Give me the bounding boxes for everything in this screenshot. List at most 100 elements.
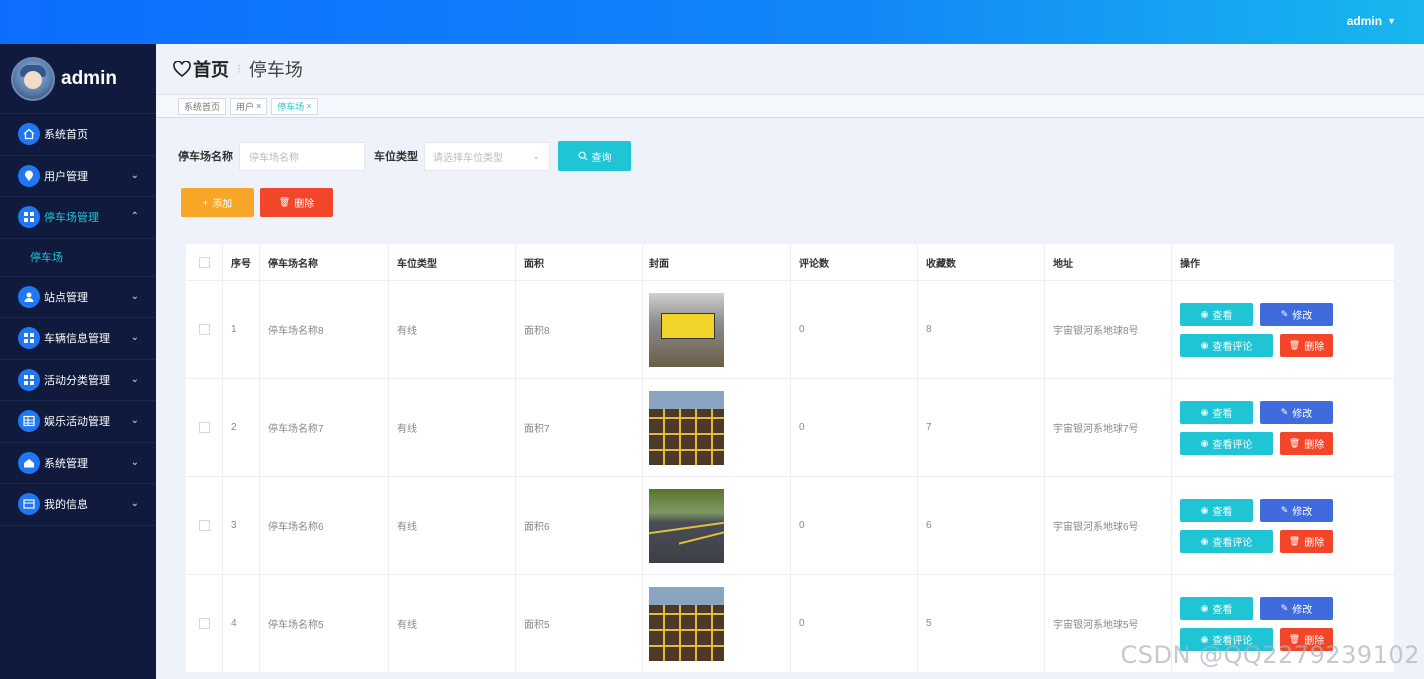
grid-icon [18, 368, 40, 391]
top-bar: admin ▼ [0, 0, 1424, 44]
card-icon [18, 493, 40, 516]
edit-icon: ✎ [1280, 504, 1289, 515]
sidebar-item-label: 系统首页 [44, 129, 88, 142]
row-type: 有线 [389, 477, 516, 574]
name-label: 停车场名称 [178, 151, 233, 163]
sidebar-item-label: 车辆信息管理 [44, 333, 110, 346]
breadcrumb-home[interactable]: 首页 [173, 56, 229, 82]
view-button[interactable]: ◉ 查看 [1180, 400, 1253, 424]
tab-parking[interactable]: 停车场 × [271, 97, 318, 115]
name-input[interactable]: 停车场名称 [239, 141, 365, 171]
location-pin-icon [18, 164, 40, 187]
table-row: 2 停车场名称7 有线 面积7 0 7 宇宙银河系地球7号 ◉ 查看 ✎ 修改 ◉ 查… [186, 379, 1394, 477]
tab-label: 停车场 [277, 101, 305, 112]
row-checkbox[interactable] [198, 618, 210, 629]
row-area: 面积6 [516, 477, 643, 574]
eye-icon: ◉ [1200, 308, 1209, 319]
row-checkbox[interactable] [198, 520, 210, 531]
edit-button[interactable]: ✎ 修改 [1260, 400, 1333, 424]
row-index: 2 [223, 379, 260, 476]
chevron-down-icon: ⌄ [130, 290, 139, 302]
tab-home[interactable]: 系统首页 [178, 97, 227, 115]
sidebar: admin 系统首页 用户管理 ⌄ 停车场管理 ⌃ 停车场 站点管理 ⌄ 车辆信… [0, 44, 156, 679]
search-bar: 停车场名称 停车场名称 车位类型 请选择车位类型 ⌄ 查询 [178, 141, 631, 171]
cover-image[interactable] [649, 292, 724, 367]
cover-image[interactable] [649, 390, 724, 465]
delete-button[interactable]: 🗑 删除 [1280, 431, 1333, 455]
chevron-down-icon: ⌄ [130, 498, 139, 509]
row-address: 宇宙银河系地球7号 [1045, 379, 1172, 476]
row-favorites: 6 [918, 477, 1045, 574]
query-button[interactable]: 查询 [558, 141, 631, 171]
sidebar-item-label: 活动分类管理 [44, 374, 110, 387]
table-icon [18, 410, 40, 433]
user-menu-label: admin [1346, 14, 1383, 28]
sidebar-item-activity-categories[interactable]: 活动分类管理 ⌄ [0, 360, 156, 401]
row-area: 面积8 [516, 281, 643, 378]
sidebar-item-users[interactable]: 用户管理 ⌄ [0, 156, 156, 197]
view-button[interactable]: ◉ 查看 [1180, 498, 1253, 522]
col-area: 面积 [516, 244, 643, 280]
row-name: 停车场名称6 [260, 477, 389, 574]
row-index: 4 [223, 575, 260, 672]
sidebar-item-parking[interactable]: 停车场管理 ⌃ [0, 197, 156, 239]
col-comments: 评论数 [791, 244, 918, 280]
row-type: 有线 [389, 575, 516, 672]
row-index: 1 [223, 281, 260, 378]
row-name: 停车场名称8 [260, 281, 389, 378]
user-menu[interactable]: admin ▼ [1347, 14, 1396, 28]
trash-icon: 🗑 [1288, 535, 1301, 546]
row-type: 有线 [389, 281, 516, 378]
sidebar-item-activities[interactable]: 娱乐活动管理 ⌄ [0, 401, 156, 443]
edit-icon: ✎ [1280, 602, 1289, 613]
sidebar-item-stations[interactable]: 站点管理 ⌄ [0, 277, 156, 318]
sidebar-item-label: 娱乐活动管理 [44, 416, 110, 429]
row-favorites: 7 [918, 379, 1045, 476]
delete-button[interactable]: 🗑 删除 [1280, 529, 1333, 553]
edit-button[interactable]: ✎ 修改 [1260, 498, 1333, 522]
row-checkbox[interactable] [198, 324, 210, 335]
eye-icon: ◉ [1200, 602, 1209, 613]
edit-button[interactable]: ✎ 修改 [1260, 302, 1333, 326]
close-icon[interactable]: × [306, 101, 311, 111]
view-button[interactable]: ◉ 查看 [1180, 302, 1253, 326]
sidebar-item-system[interactable]: 系统管理 ⌄ [0, 443, 156, 484]
batch-delete-label: 删除 [294, 199, 315, 210]
row-address: 宇宙银河系地球8号 [1045, 281, 1172, 378]
table-header: 序号 停车场名称 车位类型 面积 封面 评论数 收藏数 地址 操作 [186, 244, 1394, 281]
cover-image[interactable] [649, 488, 724, 563]
plus-icon: + [202, 197, 209, 208]
view-comments-button[interactable]: ◉ 查看评论 [1180, 333, 1273, 357]
select-all-checkbox[interactable] [198, 256, 210, 268]
sidebar-item-vehicles[interactable]: 车辆信息管理 ⌄ [0, 318, 156, 360]
close-icon[interactable]: × [256, 101, 261, 111]
sidebar-item-home[interactable]: 系统首页 [0, 114, 156, 156]
chevron-down-icon: ⌄ [130, 169, 139, 181]
row-comments: 0 [791, 379, 918, 476]
row-checkbox[interactable] [198, 422, 210, 433]
add-button-label: 添加 [212, 199, 233, 210]
view-comments-button[interactable]: ◉ 查看评论 [1180, 431, 1273, 455]
batch-delete-button[interactable]: 🗑 删除 [260, 188, 333, 217]
row-comments: 0 [791, 281, 918, 378]
delete-button[interactable]: 🗑 删除 [1280, 333, 1333, 357]
submenu-item-parking-lot[interactable]: 停车场 [0, 238, 156, 277]
user-icon [18, 285, 40, 308]
sidebar-item-label: 用户管理 [44, 170, 88, 183]
caret-down-icon: ▼ [1387, 16, 1396, 26]
breadcrumb-current: 停车场 [248, 60, 303, 80]
sidebar-item-my-info[interactable]: 我的信息 ⌄ [0, 484, 156, 526]
view-button[interactable]: ◉ 查看 [1180, 596, 1253, 620]
search-icon [578, 151, 587, 161]
col-address: 地址 [1045, 244, 1172, 280]
edit-icon: ✎ [1280, 406, 1289, 417]
tab-users[interactable]: 用户 × [230, 97, 268, 115]
type-select[interactable]: 请选择车位类型 ⌄ [424, 141, 550, 171]
cover-image[interactable] [649, 586, 724, 661]
tab-label: 用户 [236, 101, 255, 112]
eye-icon: ◉ [1200, 535, 1209, 546]
view-comments-button[interactable]: ◉ 查看评论 [1180, 529, 1273, 553]
row-favorites: 5 [918, 575, 1045, 672]
add-button[interactable]: + 添加 [181, 188, 254, 217]
edit-button[interactable]: ✎ 修改 [1260, 596, 1333, 620]
